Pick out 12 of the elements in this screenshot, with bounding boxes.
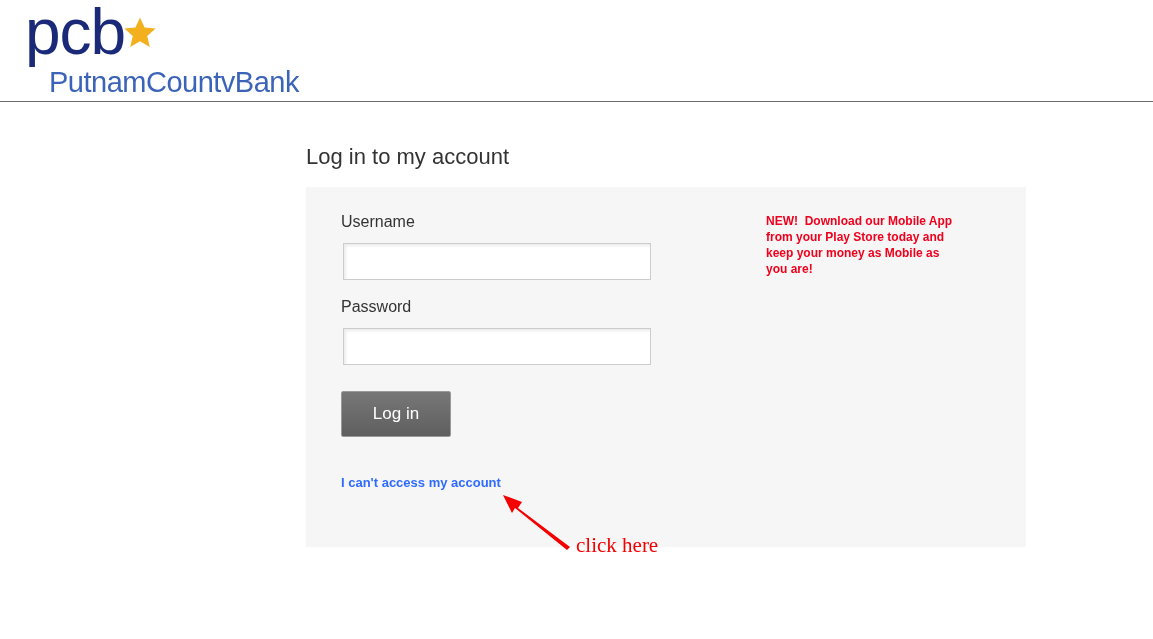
arrow-icon: [500, 492, 572, 550]
logo-name: PutnamCountvBank: [49, 68, 299, 97]
account-help-link[interactable]: I can't access my account: [341, 473, 501, 493]
annotation-text: click here: [576, 532, 659, 559]
promo-text: NEW! Download our Mobile App from your Play Store today and keep your money as Mobile as you are!: [766, 213, 954, 278]
field-label: Password: [341, 298, 413, 316]
input-field[interactable]: [343, 328, 651, 365]
star-icon: [123, 16, 157, 50]
input-field[interactable]: [343, 243, 651, 280]
page-title: Log in to my account: [306, 144, 510, 170]
login-button[interactable]: Log in: [341, 391, 451, 437]
field-label: Username: [341, 213, 416, 231]
